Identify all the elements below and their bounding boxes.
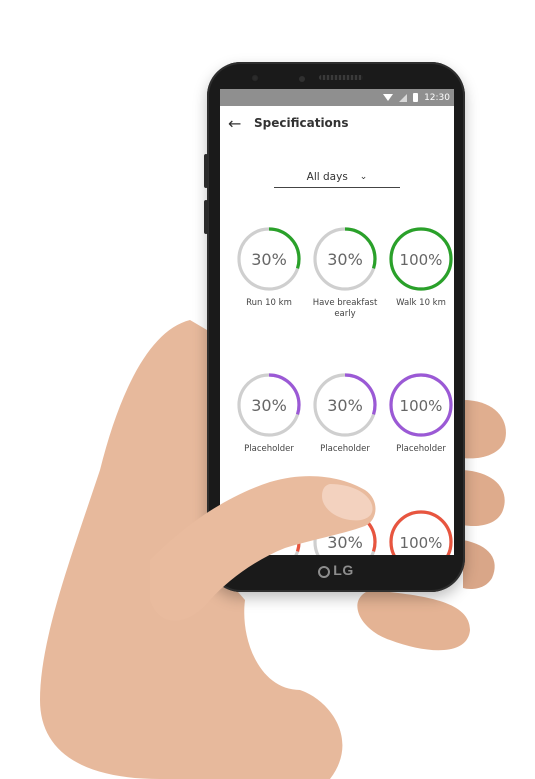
- progress-percent: 100%: [400, 534, 443, 552]
- progress-ring: 30%: [313, 510, 377, 555]
- progress-ring: 30%: [237, 373, 301, 437]
- goal-label: Walk 10 km: [396, 298, 446, 308]
- goal-label: Placeholder: [244, 444, 294, 454]
- front-camera-icon: [251, 74, 259, 82]
- goal-item[interactable]: 30% Have breakfast early: [310, 225, 380, 320]
- volume-up-button: [204, 154, 208, 188]
- progress-percent: 30%: [251, 396, 287, 415]
- goal-label: Placeholder: [320, 444, 370, 454]
- progress-ring: 30%: [313, 373, 377, 437]
- goal-item[interactable]: 30%: [234, 508, 304, 555]
- goal-item[interactable]: 30% Placeholder: [234, 371, 304, 455]
- goal-item[interactable]: 30%: [310, 508, 380, 555]
- progress-ring: 100%: [389, 227, 453, 291]
- goal-label: Placeholder: [396, 444, 446, 454]
- goal-item[interactable]: 100%: [386, 508, 454, 555]
- progress-percent: 30%: [251, 250, 287, 269]
- progress-percent: 30%: [327, 533, 363, 552]
- earpiece-speaker: [319, 75, 363, 80]
- progress-ring: 100%: [389, 510, 453, 555]
- progress-ring: 100%: [389, 373, 453, 437]
- goal-item[interactable]: 30% Placeholder: [310, 371, 380, 455]
- device-brand-logo: LG: [207, 562, 465, 578]
- progress-ring: 30%: [237, 510, 301, 555]
- phone-device: 12:30 ← Specifications All days ⌄ 30% Run…: [204, 62, 465, 592]
- progress-percent: 100%: [400, 251, 443, 269]
- progress-percent: 30%: [327, 396, 363, 415]
- goals-grid: 30% Run 10 km 30% Have breakfast early 100% W…: [220, 89, 454, 555]
- volume-down-button: [204, 200, 208, 234]
- goal-item[interactable]: 30% Run 10 km: [234, 225, 304, 309]
- progress-ring: 30%: [237, 227, 301, 291]
- goal-item[interactable]: 100% Placeholder: [386, 371, 454, 455]
- progress-percent: 100%: [400, 397, 443, 415]
- stage: 12:30 ← Specifications All days ⌄ 30% Run…: [0, 0, 535, 779]
- progress-ring: 30%: [313, 227, 377, 291]
- goal-item[interactable]: 100% Walk 10 km: [386, 225, 454, 309]
- goal-label: Have breakfast early: [312, 298, 378, 319]
- progress-percent: 30%: [251, 533, 287, 552]
- progress-percent: 30%: [327, 250, 363, 269]
- phone-screen: 12:30 ← Specifications All days ⌄ 30% Run…: [220, 89, 454, 555]
- sensor-icon: [299, 76, 305, 82]
- goal-label: Run 10 km: [246, 298, 292, 308]
- lg-logo-icon: [318, 566, 331, 578]
